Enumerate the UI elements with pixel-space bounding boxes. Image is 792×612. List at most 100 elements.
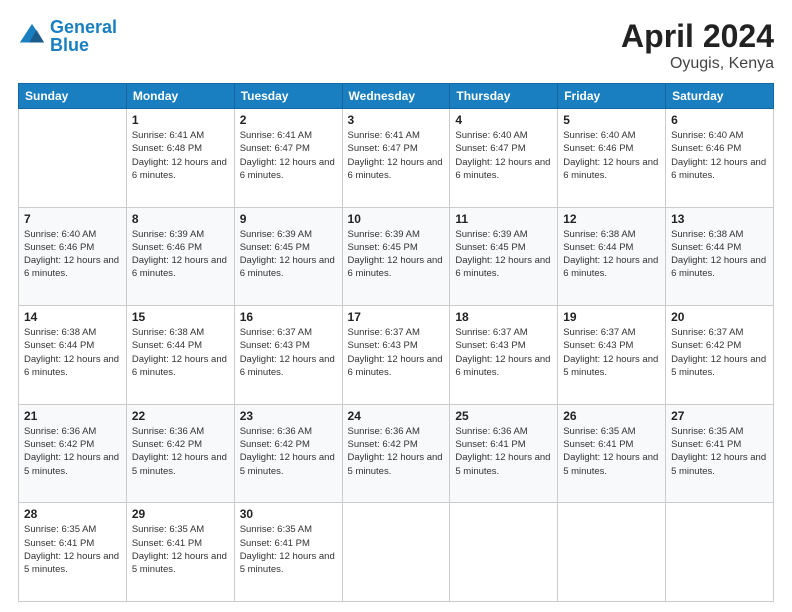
day-info: Sunrise: 6:37 AM Sunset: 6:42 PM Dayligh…: [671, 326, 768, 379]
table-cell: 27 Sunrise: 6:35 AM Sunset: 6:41 PM Dayli…: [666, 404, 774, 503]
day-number: 16: [240, 310, 337, 324]
day-number: 3: [348, 113, 445, 127]
day-number: 22: [132, 409, 229, 423]
logo-text: GeneralBlue: [50, 18, 117, 54]
day-number: 21: [24, 409, 121, 423]
table-cell: [342, 503, 450, 602]
table-cell: 14 Sunrise: 6:38 AM Sunset: 6:44 PM Dayli…: [19, 306, 127, 405]
day-number: 28: [24, 507, 121, 521]
table-cell: 8 Sunrise: 6:39 AM Sunset: 6:46 PM Daylig…: [126, 207, 234, 306]
day-info: Sunrise: 6:36 AM Sunset: 6:42 PM Dayligh…: [348, 425, 445, 478]
day-info: Sunrise: 6:37 AM Sunset: 6:43 PM Dayligh…: [240, 326, 337, 379]
table-cell: 11 Sunrise: 6:39 AM Sunset: 6:45 PM Dayli…: [450, 207, 558, 306]
day-number: 14: [24, 310, 121, 324]
day-number: 5: [563, 113, 660, 127]
table-cell: [19, 109, 127, 208]
table-cell: 12 Sunrise: 6:38 AM Sunset: 6:44 PM Dayli…: [558, 207, 666, 306]
col-header-tuesday: Tuesday: [234, 84, 342, 109]
day-info: Sunrise: 6:36 AM Sunset: 6:42 PM Dayligh…: [132, 425, 229, 478]
col-header-friday: Friday: [558, 84, 666, 109]
day-info: Sunrise: 6:38 AM Sunset: 6:44 PM Dayligh…: [563, 228, 660, 281]
day-number: 23: [240, 409, 337, 423]
day-number: 26: [563, 409, 660, 423]
table-cell: 15 Sunrise: 6:38 AM Sunset: 6:44 PM Dayli…: [126, 306, 234, 405]
day-info: Sunrise: 6:39 AM Sunset: 6:46 PM Dayligh…: [132, 228, 229, 281]
day-number: 9: [240, 212, 337, 226]
table-cell: [450, 503, 558, 602]
logo-blue: Blue: [50, 36, 117, 54]
day-number: 30: [240, 507, 337, 521]
col-header-monday: Monday: [126, 84, 234, 109]
day-number: 11: [455, 212, 552, 226]
day-number: 12: [563, 212, 660, 226]
day-info: Sunrise: 6:35 AM Sunset: 6:41 PM Dayligh…: [240, 523, 337, 576]
day-info: Sunrise: 6:38 AM Sunset: 6:44 PM Dayligh…: [132, 326, 229, 379]
table-cell: 2Sunrise: 6:41 AM Sunset: 6:47 PM Daylig…: [234, 109, 342, 208]
day-info: Sunrise: 6:37 AM Sunset: 6:43 PM Dayligh…: [348, 326, 445, 379]
table-cell: 5 Sunrise: 6:40 AM Sunset: 6:46 PM Daylig…: [558, 109, 666, 208]
day-number: 8: [132, 212, 229, 226]
day-info: Sunrise: 6:38 AM Sunset: 6:44 PM Dayligh…: [671, 228, 768, 281]
table-cell: 29Sunrise: 6:35 AM Sunset: 6:41 PM Dayli…: [126, 503, 234, 602]
day-info: Sunrise: 6:36 AM Sunset: 6:42 PM Dayligh…: [240, 425, 337, 478]
table-cell: 13Sunrise: 6:38 AM Sunset: 6:44 PM Dayli…: [666, 207, 774, 306]
col-header-sunday: Sunday: [19, 84, 127, 109]
table-cell: 21 Sunrise: 6:36 AM Sunset: 6:42 PM Dayli…: [19, 404, 127, 503]
logo-icon: [18, 22, 46, 50]
table-cell: 19 Sunrise: 6:37 AM Sunset: 6:43 PM Dayli…: [558, 306, 666, 405]
day-info: Sunrise: 6:35 AM Sunset: 6:41 PM Dayligh…: [132, 523, 229, 576]
day-info: Sunrise: 6:36 AM Sunset: 6:42 PM Dayligh…: [24, 425, 121, 478]
day-number: 17: [348, 310, 445, 324]
table-cell: 7 Sunrise: 6:40 AM Sunset: 6:46 PM Daylig…: [19, 207, 127, 306]
page: GeneralBlue April 2024 Oyugis, Kenya Sun…: [0, 0, 792, 612]
day-info: Sunrise: 6:41 AM Sunset: 6:47 PM Dayligh…: [240, 129, 337, 182]
day-number: 15: [132, 310, 229, 324]
table-cell: 22 Sunrise: 6:36 AM Sunset: 6:42 PM Dayli…: [126, 404, 234, 503]
title-block: April 2024 Oyugis, Kenya: [621, 18, 774, 73]
logo-general: General: [50, 17, 117, 37]
table-cell: 30 Sunrise: 6:35 AM Sunset: 6:41 PM Dayli…: [234, 503, 342, 602]
calendar-header-row: Sunday Monday Tuesday Wednesday Thursday…: [19, 84, 774, 109]
table-cell: 25 Sunrise: 6:36 AM Sunset: 6:41 PM Dayli…: [450, 404, 558, 503]
day-number: 4: [455, 113, 552, 127]
table-cell: 10 Sunrise: 6:39 AM Sunset: 6:45 PM Dayli…: [342, 207, 450, 306]
col-header-wednesday: Wednesday: [342, 84, 450, 109]
day-info: Sunrise: 6:40 AM Sunset: 6:46 PM Dayligh…: [671, 129, 768, 182]
day-number: 24: [348, 409, 445, 423]
table-cell: 20Sunrise: 6:37 AM Sunset: 6:42 PM Dayli…: [666, 306, 774, 405]
col-header-saturday: Saturday: [666, 84, 774, 109]
day-info: Sunrise: 6:37 AM Sunset: 6:43 PM Dayligh…: [563, 326, 660, 379]
day-number: 7: [24, 212, 121, 226]
table-cell: 17 Sunrise: 6:37 AM Sunset: 6:43 PM Dayli…: [342, 306, 450, 405]
day-number: 10: [348, 212, 445, 226]
day-info: Sunrise: 6:39 AM Sunset: 6:45 PM Dayligh…: [240, 228, 337, 281]
day-number: 18: [455, 310, 552, 324]
day-info: Sunrise: 6:36 AM Sunset: 6:41 PM Dayligh…: [455, 425, 552, 478]
table-cell: 24 Sunrise: 6:36 AM Sunset: 6:42 PM Dayli…: [342, 404, 450, 503]
day-number: 1: [132, 113, 229, 127]
day-number: 6: [671, 113, 768, 127]
day-info: Sunrise: 6:41 AM Sunset: 6:48 PM Dayligh…: [132, 129, 229, 182]
day-info: Sunrise: 6:39 AM Sunset: 6:45 PM Dayligh…: [348, 228, 445, 281]
table-cell: 23 Sunrise: 6:36 AM Sunset: 6:42 PM Dayli…: [234, 404, 342, 503]
sub-title: Oyugis, Kenya: [621, 55, 774, 73]
day-info: Sunrise: 6:39 AM Sunset: 6:45 PM Dayligh…: [455, 228, 552, 281]
table-cell: 4 Sunrise: 6:40 AM Sunset: 6:47 PM Daylig…: [450, 109, 558, 208]
day-info: Sunrise: 6:40 AM Sunset: 6:46 PM Dayligh…: [563, 129, 660, 182]
day-number: 19: [563, 310, 660, 324]
day-info: Sunrise: 6:38 AM Sunset: 6:44 PM Dayligh…: [24, 326, 121, 379]
day-info: Sunrise: 6:35 AM Sunset: 6:41 PM Dayligh…: [563, 425, 660, 478]
day-number: 27: [671, 409, 768, 423]
day-number: 25: [455, 409, 552, 423]
table-cell: 9 Sunrise: 6:39 AM Sunset: 6:45 PM Daylig…: [234, 207, 342, 306]
day-info: Sunrise: 6:40 AM Sunset: 6:46 PM Dayligh…: [24, 228, 121, 281]
day-info: Sunrise: 6:41 AM Sunset: 6:47 PM Dayligh…: [348, 129, 445, 182]
table-cell: 18 Sunrise: 6:37 AM Sunset: 6:43 PM Dayli…: [450, 306, 558, 405]
day-info: Sunrise: 6:37 AM Sunset: 6:43 PM Dayligh…: [455, 326, 552, 379]
day-info: Sunrise: 6:35 AM Sunset: 6:41 PM Dayligh…: [671, 425, 768, 478]
table-cell: [666, 503, 774, 602]
day-info: Sunrise: 6:40 AM Sunset: 6:47 PM Dayligh…: [455, 129, 552, 182]
table-cell: 16 Sunrise: 6:37 AM Sunset: 6:43 PM Dayli…: [234, 306, 342, 405]
table-cell: 1 Sunrise: 6:41 AM Sunset: 6:48 PM Daylig…: [126, 109, 234, 208]
col-header-thursday: Thursday: [450, 84, 558, 109]
